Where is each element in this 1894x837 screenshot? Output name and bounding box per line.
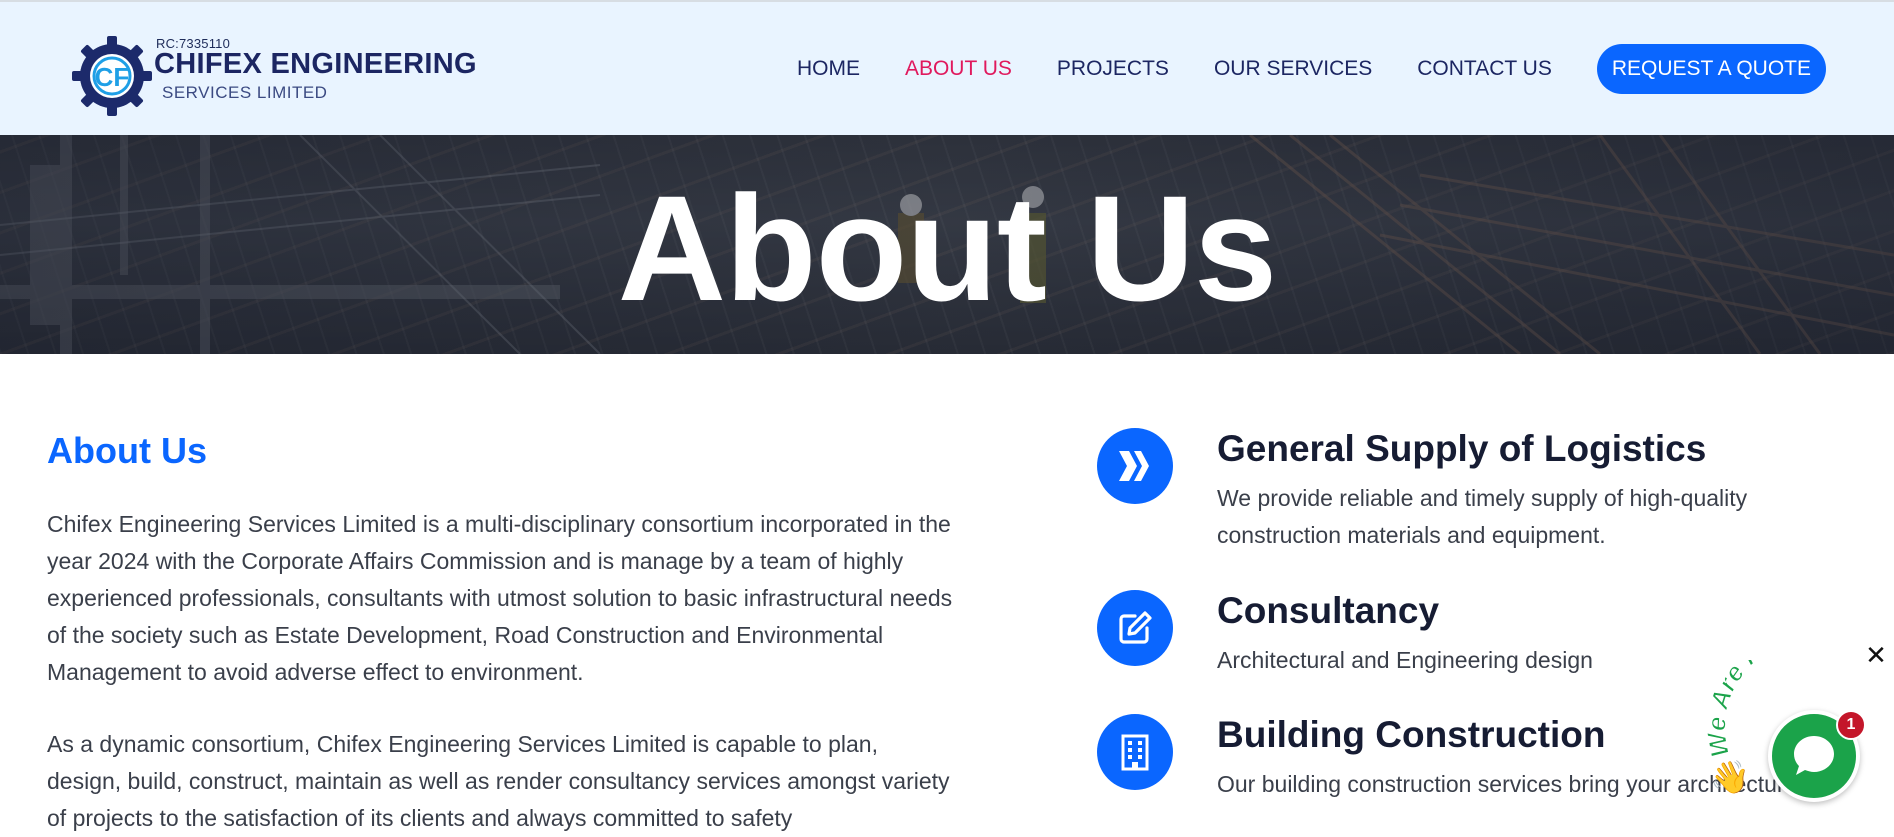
about-heading: About Us: [47, 430, 207, 471]
wave-hand-icon: 👋: [1710, 759, 1750, 796]
request-quote-button[interactable]: REQUEST A QUOTE: [1596, 44, 1826, 94]
chat-notification-badge: 1: [1836, 710, 1866, 740]
chat-bubble-icon: [1794, 736, 1834, 775]
site-header: CF RC:7335110 CHIFEX ENGINEERING SERVICE…: [0, 0, 1894, 135]
edit-icon: [1097, 590, 1173, 666]
nav-contact-us[interactable]: CONTACT US: [1417, 57, 1552, 81]
service-title: Consultancy: [1217, 590, 1440, 631]
service-title: Building Construction: [1217, 714, 1606, 755]
about-paragraph: As a dynamic consortium, Chifex Engineer…: [47, 731, 950, 831]
nav-about-us[interactable]: ABOUT US: [905, 57, 1012, 81]
chat-widget: We Are Here! 👋 1: [1700, 660, 1894, 817]
gear-logo-icon: CF: [72, 36, 152, 116]
chevrons-right-icon: [1097, 428, 1173, 504]
building-icon: [1097, 714, 1173, 790]
nav-home[interactable]: HOME: [797, 57, 860, 81]
logo-company-subtitle: SERVICES LIMITED: [162, 83, 328, 102]
hero-banner: About Us: [0, 135, 1894, 354]
nav-projects[interactable]: PROJECTS: [1057, 57, 1169, 81]
logo-monogram: CF: [95, 62, 130, 92]
about-paragraph: Chifex Engineering Services Limited is a…: [47, 511, 953, 685]
service-description: We provide reliable and timely supply of…: [1217, 485, 1748, 548]
main-nav: HOME ABOUT US PROJECTS OUR SERVICES CONT…: [797, 44, 1826, 94]
nav-our-services[interactable]: OUR SERVICES: [1214, 57, 1372, 81]
hero-title: About Us: [617, 164, 1278, 332]
service-title: General Supply of Logistics: [1217, 428, 1707, 469]
logo-company-name: CHIFEX ENGINEERING: [154, 48, 477, 80]
company-logo[interactable]: CF RC:7335110 CHIFEX ENGINEERING SERVICE…: [70, 32, 490, 118]
